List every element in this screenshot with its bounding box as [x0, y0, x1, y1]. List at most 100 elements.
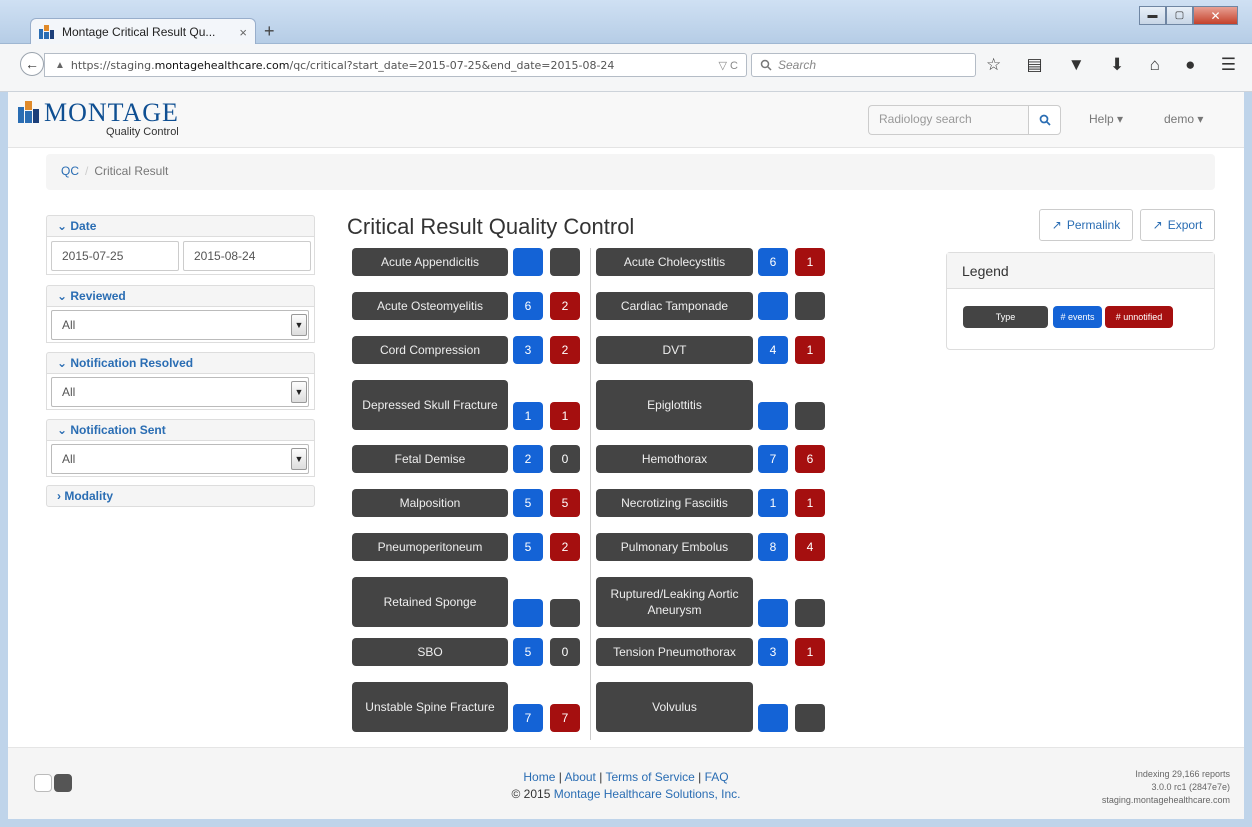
resolved-select[interactable]: All ▼ [51, 376, 309, 407]
type-retained-sponge[interactable]: Retained Sponge [352, 577, 508, 627]
type-dvt[interactable]: DVT [596, 336, 753, 364]
help-menu[interactable]: Help ▾ [1089, 112, 1123, 126]
type-malposition[interactable]: Malposition [352, 489, 508, 517]
events-badge-necrotizing-fasciitis[interactable]: 1 [758, 489, 788, 517]
events-badge-unstable-spine-fracture[interactable]: 7 [513, 704, 543, 732]
unnotified-badge-cardiac-tamponade[interactable] [795, 292, 825, 320]
browser-search-bar[interactable]: Search [751, 53, 976, 77]
radiology-search-button[interactable] [1028, 105, 1061, 135]
end-date-input[interactable]: 2015-08-24 [183, 240, 311, 271]
type-pulmonary-embolus[interactable]: Pulmonary Embolus [596, 533, 753, 561]
pocket-icon[interactable]: ▼ [1068, 55, 1085, 75]
events-badge-tension-pneumothorax[interactable]: 3 [758, 638, 788, 666]
unnotified-badge-depressed-skull-fracture[interactable]: 1 [550, 402, 580, 430]
unnotified-badge-acute-osteomyelitis[interactable]: 2 [550, 292, 580, 320]
unnotified-badge-tension-pneumothorax[interactable]: 1 [795, 638, 825, 666]
type-necrotizing-fasciitis[interactable]: Necrotizing Fasciitis [596, 489, 753, 517]
events-badge-ruptured-leaking-aortic-aneurysm[interactable] [758, 599, 788, 627]
reload-icon[interactable]: ▽ C [719, 59, 738, 72]
type-acute-osteomyelitis[interactable]: Acute Osteomyelitis [352, 292, 508, 320]
type-ruptured-leaking-aortic-aneurysm[interactable]: Ruptured/Leaking Aortic Aneurysm [596, 577, 753, 627]
events-badge-sbo[interactable]: 5 [513, 638, 543, 666]
chat-icon[interactable]: ● [1185, 55, 1195, 75]
filter-resolved-header[interactable]: ⌄ Notification Resolved [46, 352, 315, 374]
filter-sent-header[interactable]: ⌄ Notification Sent [46, 419, 315, 441]
maximize-button[interactable]: ▢ [1166, 6, 1193, 25]
type-cardiac-tamponade[interactable]: Cardiac Tamponade [596, 292, 753, 320]
reviewed-select[interactable]: All ▼ [51, 309, 309, 340]
events-badge-dvt[interactable]: 4 [758, 336, 788, 364]
start-date-input[interactable]: 2015-07-25 [51, 240, 179, 271]
menu-icon[interactable]: ☰ [1221, 55, 1236, 75]
events-badge-cord-compression[interactable]: 3 [513, 336, 543, 364]
footer-home-link[interactable]: Home [523, 770, 555, 784]
radiology-search-input[interactable]: Radiology search [868, 105, 1028, 135]
type-pneumoperitoneum[interactable]: Pneumoperitoneum [352, 533, 508, 561]
unnotified-badge-acute-appendicitis[interactable] [550, 248, 580, 276]
minimize-button[interactable]: ▬ [1139, 6, 1166, 25]
permalink-button[interactable]: ↗ Permalink [1039, 209, 1133, 241]
filter-reviewed-header[interactable]: ⌄ Reviewed [46, 285, 315, 307]
type-cord-compression[interactable]: Cord Compression [352, 336, 508, 364]
events-badge-fetal-demise[interactable]: 2 [513, 445, 543, 473]
unnotified-badge-cord-compression[interactable]: 2 [550, 336, 580, 364]
footer-faq-link[interactable]: FAQ [705, 770, 729, 784]
user-menu[interactable]: demo ▾ [1164, 112, 1203, 126]
filter-date-header[interactable]: ⌄ Date [46, 215, 315, 237]
url-bar[interactable]: ▲ https://staging.montagehealthcare.com/… [44, 53, 747, 77]
breadcrumb-qc-link[interactable]: QC [61, 164, 79, 178]
footer-company-link[interactable]: Montage Healthcare Solutions, Inc. [554, 787, 741, 801]
type-acute-appendicitis[interactable]: Acute Appendicitis [352, 248, 508, 276]
unnotified-badge-fetal-demise[interactable]: 0 [550, 445, 580, 473]
events-badge-pneumoperitoneum[interactable]: 5 [513, 533, 543, 561]
events-badge-retained-sponge[interactable] [513, 599, 543, 627]
bookmark-star-icon[interactable]: ☆ [986, 55, 1001, 75]
type-acute-cholecystitis[interactable]: Acute Cholecystitis [596, 248, 753, 276]
unnotified-badge-sbo[interactable]: 0 [550, 638, 580, 666]
sent-select[interactable]: All ▼ [51, 443, 309, 474]
reading-list-icon[interactable]: ▤ [1027, 55, 1043, 75]
unnotified-badge-retained-sponge[interactable] [550, 599, 580, 627]
unnotified-badge-ruptured-leaking-aortic-aneurysm[interactable] [795, 599, 825, 627]
events-badge-volvulus[interactable] [758, 704, 788, 732]
back-button[interactable]: ← [20, 52, 44, 76]
events-badge-acute-cholecystitis[interactable]: 6 [758, 248, 788, 276]
type-hemothorax[interactable]: Hemothorax [596, 445, 753, 473]
events-badge-pulmonary-embolus[interactable]: 8 [758, 533, 788, 561]
footer-terms-link[interactable]: Terms of Service [605, 770, 694, 784]
unnotified-badge-unstable-spine-fracture[interactable]: 7 [550, 704, 580, 732]
unnotified-badge-epiglottitis[interactable] [795, 402, 825, 430]
unnotified-badge-malposition[interactable]: 5 [550, 489, 580, 517]
type-epiglottitis[interactable]: Epiglottitis [596, 380, 753, 430]
events-badge-depressed-skull-fracture[interactable]: 1 [513, 402, 543, 430]
unnotified-badge-pulmonary-embolus[interactable]: 4 [795, 533, 825, 561]
type-fetal-demise[interactable]: Fetal Demise [352, 445, 508, 473]
footer-about-link[interactable]: About [565, 770, 596, 784]
unnotified-badge-acute-cholecystitis[interactable]: 1 [795, 248, 825, 276]
unnotified-badge-pneumoperitoneum[interactable]: 2 [550, 533, 580, 561]
type-tension-pneumothorax[interactable]: Tension Pneumothorax [596, 638, 753, 666]
events-badge-cardiac-tamponade[interactable] [758, 292, 788, 320]
home-icon[interactable]: ⌂ [1150, 55, 1160, 75]
events-badge-acute-osteomyelitis[interactable]: 6 [513, 292, 543, 320]
type-depressed-skull-fracture[interactable]: Depressed Skull Fracture [352, 380, 508, 430]
tab-close-icon[interactable]: × [239, 25, 247, 40]
montage-logo[interactable]: MONTAGE [18, 100, 179, 126]
filter-modality-header[interactable]: › Modality [46, 485, 315, 507]
download-icon[interactable]: ⬇ [1110, 55, 1124, 75]
events-badge-epiglottitis[interactable] [758, 402, 788, 430]
export-button[interactable]: ↗ Export [1140, 209, 1215, 241]
events-badge-malposition[interactable]: 5 [513, 489, 543, 517]
unnotified-badge-dvt[interactable]: 1 [795, 336, 825, 364]
close-window-button[interactable]: ✕ [1193, 6, 1238, 25]
unnotified-badge-hemothorax[interactable]: 6 [795, 445, 825, 473]
unnotified-badge-necrotizing-fasciitis[interactable]: 1 [795, 489, 825, 517]
type-unstable-spine-fracture[interactable]: Unstable Spine Fracture [352, 682, 508, 732]
unnotified-badge-volvulus[interactable] [795, 704, 825, 732]
new-tab-button[interactable]: + [264, 20, 275, 42]
events-badge-acute-appendicitis[interactable] [513, 248, 543, 276]
type-volvulus[interactable]: Volvulus [596, 682, 753, 732]
events-badge-hemothorax[interactable]: 7 [758, 445, 788, 473]
type-sbo[interactable]: SBO [352, 638, 508, 666]
browser-tab[interactable]: Montage Critical Result Qu... × [30, 18, 256, 45]
